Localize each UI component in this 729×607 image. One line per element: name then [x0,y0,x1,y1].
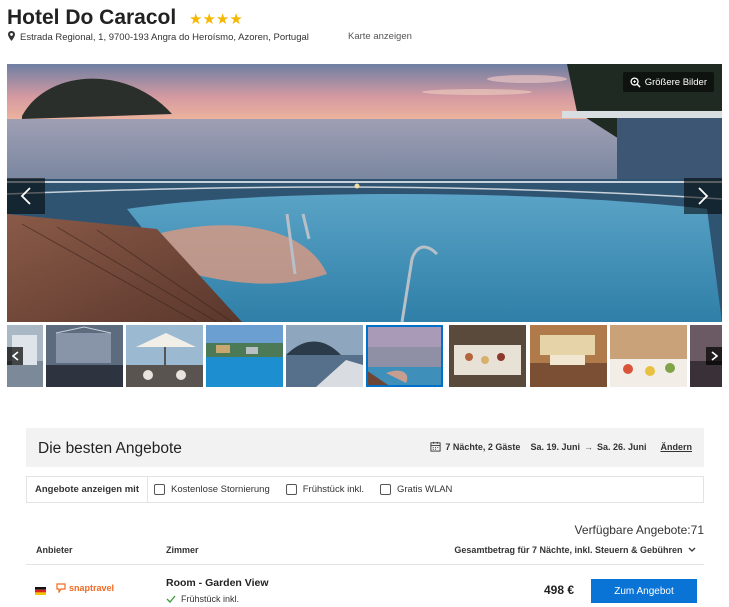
hotel-header: Hotel Do Caracol ★★★★ Estrada Regional, … [7,6,722,46]
bigger-images-button[interactable]: Größere Bilder [622,72,714,92]
checkbox[interactable] [285,484,297,495]
calendar-icon [430,441,441,452]
offer-price: 498 € [544,583,575,597]
thumbnail[interactable] [530,325,607,387]
chevron-left-icon [11,351,18,361]
filter-text: Gratis WLAN [397,484,453,495]
provider-name: snaptravel [69,583,115,593]
zoom-icon [630,76,641,88]
checkmark-icon [166,595,176,603]
stay-summary: 7 Nächte, 2 Gäste [445,441,521,452]
chevron-right-icon [698,187,709,205]
available-offers-count: Verfügbare Angebote:71 [574,523,704,537]
offers-table-header: Anbieter Zimmer Gesamtbetrag für 7 Nächt… [26,545,704,565]
filter-divider [146,477,148,502]
table-row: snaptravel Room - Garden View Frühstück … [26,571,704,607]
filter-breakfast-included[interactable]: Frühstück inkl. [285,484,364,495]
hero-prev-button[interactable] [7,178,45,214]
thumbnail-active[interactable] [366,325,443,387]
filter-text: Kostenlose Stornierung [170,484,270,495]
map-pin-icon [8,31,15,41]
change-search-link[interactable]: Ändern [661,442,693,452]
thumbnail[interactable] [46,325,123,387]
thumbnail[interactable] [449,325,526,387]
filter-free-wifi[interactable]: Gratis WLAN [380,484,452,495]
thumbnail[interactable] [286,325,363,387]
filter-free-cancellation[interactable]: Kostenlose Stornierung [153,484,270,495]
provider-logo: snaptravel [56,583,114,593]
hotel-name: Hotel Do Caracol [7,6,177,29]
thumbnails-prev-button[interactable] [7,347,23,365]
snaptravel-logo-icon [56,583,66,593]
perk-text: Frühstück inkl. [181,594,240,604]
column-provider: Anbieter [36,545,73,555]
column-room: Zimmer [166,545,199,555]
thumbnail[interactable] [126,325,203,387]
thumbnails-next-button[interactable] [706,347,722,365]
pool-sunset-photo [7,64,722,322]
flag-germany-icon [35,587,46,595]
column-total-label: Gesamtbetrag für 7 Nächte, inkl. Steuern… [454,545,683,555]
chevron-left-icon [20,187,31,205]
go-to-offer-button[interactable]: Zum Angebot [591,579,697,603]
column-total-sort[interactable]: Gesamtbetrag für 7 Nächte, inkl. Steuern… [454,545,696,555]
thumbnail[interactable] [206,325,283,387]
chevron-down-icon [688,547,696,552]
bigger-images-label: Größere Bilder [644,76,707,88]
filter-text: Frühstück inkl. [302,484,364,495]
address-text: Estrada Regional, 1, 9700-193 Angra do H… [20,32,309,43]
thumbnail-strip [7,325,722,387]
room-name: Room - Garden View [166,577,269,589]
room-perk: Frühstück inkl. [166,594,239,604]
hero-image[interactable]: Größere Bilder [7,64,722,322]
filter-label: Angebote anzeigen mit [35,484,139,495]
thumbnail[interactable] [610,325,687,387]
chevron-right-icon [711,351,718,361]
checkbox[interactable] [380,484,391,495]
hero-next-button[interactable] [684,178,722,214]
offers-title: Die besten Angebote [38,440,182,457]
date-arrow-icon: → [583,441,593,452]
checkout-date[interactable]: Sa. 26. Juni [597,442,647,452]
star-rating: ★★★★ [189,11,243,28]
checkin-date[interactable]: Sa. 19. Juni [530,442,580,452]
show-map-link[interactable]: Karte anzeigen [348,31,412,42]
filter-bar: Angebote anzeigen mit Kostenlose Stornie… [26,476,704,503]
offers-section: Die besten Angebote 7 Nächte, 2 Gäste Sa… [26,428,704,604]
search-summary: 7 Nächte, 2 Gäste Sa. 19. Juni → Sa. 26.… [430,441,692,452]
offers-header: Die besten Angebote 7 Nächte, 2 Gäste Sa… [26,428,704,467]
hotel-address: Estrada Regional, 1, 9700-193 Angra do H… [7,31,309,43]
checkbox[interactable] [153,484,165,495]
